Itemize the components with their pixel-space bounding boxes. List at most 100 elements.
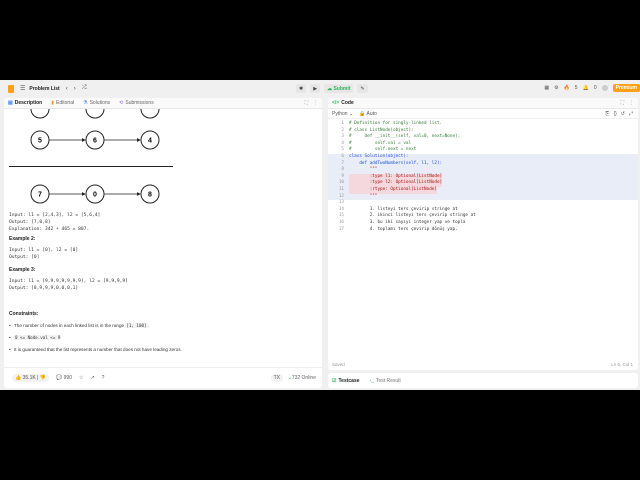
settings-icon[interactable]: ⚙ <box>554 85 558 91</box>
editor-tools: ⎘ {} ↺ ⤢ <box>605 111 633 117</box>
more-icon[interactable]: ⋮ <box>313 100 318 106</box>
language-label: Python <box>332 110 348 117</box>
tab-description-label: Description <box>14 100 43 106</box>
code-line[interactable]: 12 """ <box>328 193 638 201</box>
tab-solutions[interactable]: ⚗ Solutions <box>83 100 110 106</box>
help-icon[interactable]: ? <box>102 375 105 381</box>
braces-icon[interactable]: {} <box>613 111 616 117</box>
code-line[interactable]: 1 # Definition for singly-linked list. <box>328 121 638 128</box>
prev-problem-icon[interactable]: ‹ <box>66 86 68 92</box>
example2-title: Example 2: <box>9 236 36 242</box>
chevron-down-icon: ⌄ <box>348 110 354 117</box>
tab-editorial-label: Editorial <box>56 100 75 106</box>
comment-count: 990 <box>63 375 72 381</box>
node-circle-top-2 <box>85 109 105 119</box>
example3-title: Example 3: <box>9 267 36 273</box>
node-label: 7 <box>38 192 42 199</box>
submit-button[interactable]: ☁ Submit <box>324 84 354 93</box>
terminal-icon: ›_ <box>369 377 374 384</box>
line-number: 13 <box>338 200 344 206</box>
avatar[interactable] <box>601 85 608 91</box>
bell-icon[interactable]: 🔔 <box>583 85 589 91</box>
code-line[interactable]: 10 :type l2: Optional[ListNode] <box>328 180 638 187</box>
code-editor[interactable]: 1 # Definition for singly-linked list. 2 # … <box>328 121 638 358</box>
code-panel: </> Code ⛶ ⋮ Python ⌄ 🔒 Auto ⎘ {} ↺ ⤢ 1 #… <box>328 98 638 370</box>
tab-submissions[interactable]: ⟲ Submissions <box>119 100 154 106</box>
comments-button[interactable]: 💬 990 <box>56 375 72 381</box>
star-icon[interactable]: ☆ <box>79 375 83 381</box>
code-text: 3. bu iki sayıyı integer yap ve topla <box>349 220 466 225</box>
constraint-3-text: It is guaranteed that the list represent… <box>14 347 182 352</box>
tab-code-label: Code <box>341 100 354 106</box>
line-number: 10 <box>338 180 344 186</box>
line-number: 3 <box>341 134 344 140</box>
code-text: """ <box>349 167 378 173</box>
bookmark-icon[interactable]: ⎘ <box>605 111 609 117</box>
code-text: # def __init__(self, val=0, next=None): <box>349 134 461 140</box>
constraints-title: Constraints: <box>9 311 39 317</box>
leetcode-logo[interactable] <box>8 84 14 93</box>
shuffle-icon[interactable]: ⤮ <box>82 85 87 92</box>
code-line[interactable]: 5 # self.next = next <box>328 147 638 154</box>
like-button[interactable]: 👍 35.1K | 👎 <box>12 374 50 382</box>
expand-icon[interactable]: ⤢ <box>629 111 633 117</box>
online-count: 732 Online <box>289 375 316 381</box>
layout-icon[interactable]: ▦ <box>544 85 549 91</box>
line-number: 6 <box>341 154 344 159</box>
premium-button[interactable]: Premium <box>612 84 640 92</box>
code-line[interactable]: 11 :rtype: Optional[ListNode] <box>328 187 638 194</box>
tab-test-result-label: Test Result <box>375 377 401 384</box>
reset-icon[interactable]: ↺ <box>621 111 625 117</box>
share-icon[interactable]: ↗ <box>90 375 94 381</box>
like-count: 35.1K <box>22 375 36 381</box>
debug-button[interactable]: ✱ <box>296 84 307 93</box>
maximize-icon[interactable]: ⛶ <box>304 100 308 106</box>
next-problem-icon[interactable]: › <box>74 86 76 92</box>
notes-button[interactable]: ✎ <box>357 84 368 93</box>
node-circle-top-1 <box>30 109 50 119</box>
tab-test-result[interactable]: ›_ Test Result <box>370 378 401 384</box>
node-label: 0 <box>93 192 97 199</box>
tx-button[interactable]: TX <box>270 374 283 382</box>
run-button[interactable]: ▶ <box>310 84 321 93</box>
code-line[interactable]: 16 3. bu iki sayıyı integer yap ve topla <box>328 220 638 227</box>
description-content: 5 6 4 7 0 8 Input: l1 = [2,4,3], l2 = [5… <box>4 109 322 367</box>
streak-icon[interactable]: 🔥 <box>564 85 570 91</box>
problem-list-link[interactable]: Problem List <box>29 86 59 92</box>
book-icon: ▮ <box>51 100 55 106</box>
more-icon[interactable]: ⋮ <box>629 100 634 106</box>
auto-label: Auto <box>366 110 377 117</box>
line-number: 11 <box>338 187 344 192</box>
example3-output: Output: [8,9,9,9,0,0,0,1] <box>9 286 79 291</box>
comment-icon: 💬 <box>56 375 63 381</box>
maximize-icon[interactable]: ⛶ <box>620 100 624 106</box>
description-panel: ▤ Description ▮ Editorial ⚗ Solutions ⟲ … <box>4 98 322 388</box>
tab-description[interactable]: ▤ Description <box>8 100 42 106</box>
description-footer: 👍 35.1K | 👎 💬 990 ☆ ↗ ? TX 732 Online <box>4 367 322 388</box>
testcase-tabs: ☑ Testcase ›_ Test Result <box>328 373 638 388</box>
play-icon: ▶ <box>313 85 318 92</box>
tab-editorial[interactable]: ▮ Editorial <box>51 100 74 106</box>
code-line[interactable]: 17 4. toplamı ters çevirip dönüş yap. <box>328 227 638 234</box>
tab-testcase[interactable]: ☑ Testcase <box>332 378 360 384</box>
code-line[interactable]: 13 <box>328 200 638 207</box>
submit-label: Submit <box>333 85 351 92</box>
language-select[interactable]: Python ⌄ <box>332 111 353 117</box>
cloud-upload-icon: ☁ <box>327 85 333 92</box>
history-icon: ⟲ <box>119 100 124 106</box>
code-line[interactable]: 15 2. ikinci listeyi ters çevirip string… <box>328 213 638 220</box>
streak-count: 5 <box>574 85 578 91</box>
example3-input: Input: l1 = [9,9,9,9,9,9,9], l2 = [9,9,9… <box>9 279 128 284</box>
line-number: 8 <box>341 167 344 173</box>
code-line[interactable]: 8 """ <box>328 167 638 174</box>
example2-input: Input: l1 = [0], l2 = [0] <box>9 248 79 253</box>
code-line[interactable]: 6 class Solution(object): <box>328 154 638 161</box>
constraint-3: It is guaranteed that the list represent… <box>9 347 182 352</box>
line-number: 16 <box>338 220 344 225</box>
code-line[interactable]: 3 # def __init__(self, val=0, next=None): <box>328 134 638 141</box>
example2-block: Input: l1 = [0], l2 = [0] Output: [0] <box>9 247 78 261</box>
tab-code[interactable]: </> Code <box>332 100 354 106</box>
panel-controls: ⛶ ⋮ <box>304 100 318 106</box>
auto-toggle[interactable]: 🔒 Auto <box>359 111 377 117</box>
node-label: 4 <box>148 138 152 145</box>
